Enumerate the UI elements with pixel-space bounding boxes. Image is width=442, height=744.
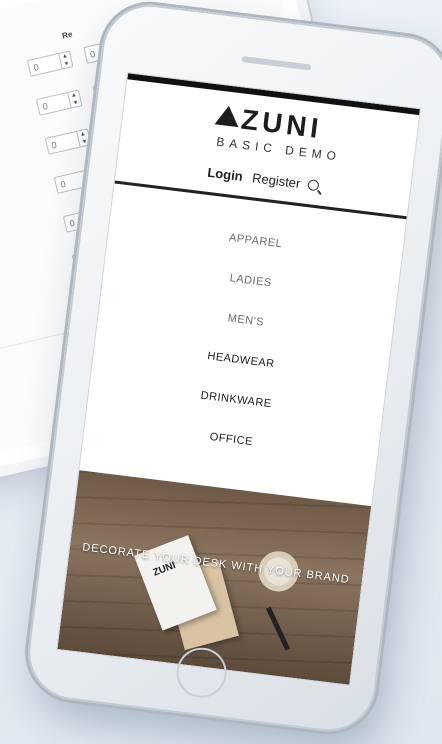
phone-screen: ZUNI BASIC DEMO Login Register APPAREL L… <box>56 72 422 686</box>
register-link[interactable]: Register <box>251 170 301 191</box>
pen <box>266 606 291 651</box>
category-menu: APPAREL LADIES MEN'S HEADWEAR DRINKWARE … <box>83 183 406 477</box>
phone-speaker <box>241 56 312 71</box>
quantity-stepper[interactable]: 0▲▼ <box>35 89 83 116</box>
triangle-logo-icon <box>214 104 241 128</box>
quantity-stepper[interactable]: 0▲▼ <box>44 128 92 155</box>
login-link[interactable]: Login <box>207 165 244 184</box>
search-icon[interactable] <box>307 179 320 192</box>
tablet-column-header: Re <box>61 29 74 41</box>
quantity-stepper[interactable]: 0▲▼ <box>26 50 74 77</box>
